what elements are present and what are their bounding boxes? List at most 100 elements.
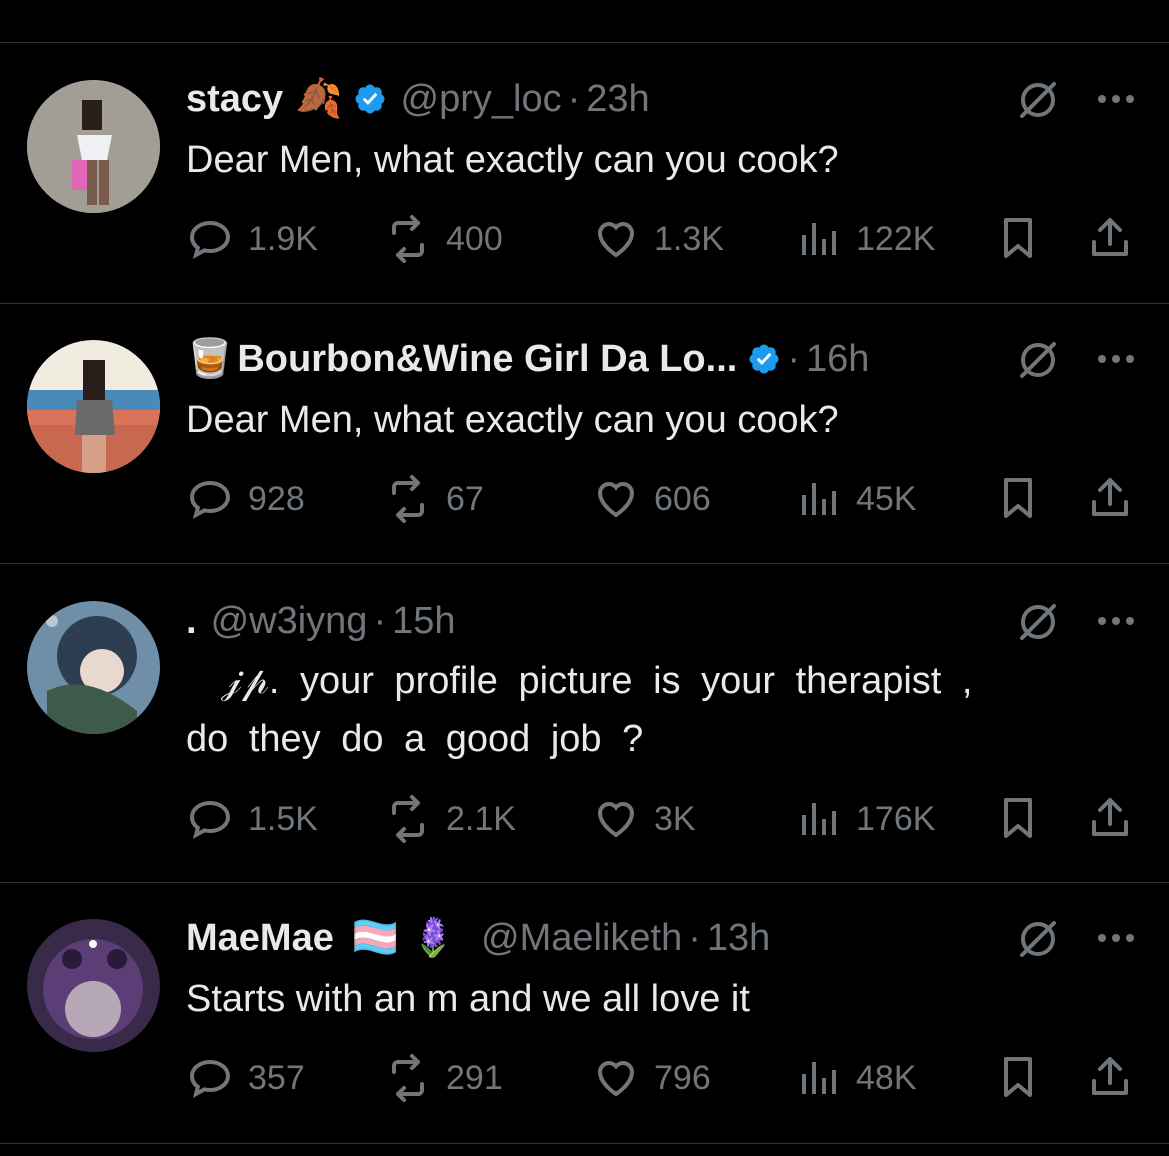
grok-icon[interactable]	[1014, 336, 1062, 384]
tweet-text-line: ㅤ𝒿𝓅. your profile picture is your therap…	[186, 660, 973, 702]
repost-count: 67	[446, 479, 484, 518]
divider	[0, 1143, 1169, 1144]
action-bar: 357 291 796 48K	[186, 1053, 1146, 1103]
tweet-text-line: do they do a good job ?	[186, 718, 644, 760]
divider	[0, 563, 1169, 564]
grok-icon[interactable]	[1014, 915, 1062, 963]
separator-dot: ·	[373, 599, 387, 642]
bookmark-icon[interactable]	[994, 794, 1042, 842]
views-count: 48K	[856, 1058, 917, 1097]
reply-icon	[189, 220, 231, 260]
like-icon	[597, 802, 635, 838]
like-button[interactable]: 796	[592, 1053, 711, 1103]
repost-count: 2.1K	[446, 799, 516, 838]
avatar[interactable]	[27, 601, 160, 734]
reply-count: 928	[248, 479, 305, 518]
bookmark-icon[interactable]	[994, 1053, 1042, 1101]
timestamp[interactable]: 15h	[392, 600, 455, 643]
like-count: 3K	[654, 799, 696, 838]
avatar[interactable]	[27, 80, 160, 213]
action-bar: 1.9K 400 1.3K 122K	[186, 214, 1146, 264]
more-icon[interactable]	[1092, 611, 1140, 631]
divider	[0, 882, 1169, 883]
timestamp[interactable]: 23h	[586, 78, 649, 121]
grok-icon[interactable]	[1014, 76, 1062, 124]
like-icon	[597, 1061, 635, 1097]
action-bar: 928 67 606 45K	[186, 474, 1146, 524]
tweet-text: Starts with an m and we all love it	[186, 978, 750, 1020]
bookmark-icon[interactable]	[994, 214, 1042, 262]
divider	[0, 303, 1169, 304]
display-name[interactable]: .	[186, 600, 197, 643]
repost-button[interactable]: 291	[384, 1053, 503, 1103]
tweet-header: stacy 🍂 @pry_loc · 23h	[186, 76, 650, 122]
timestamp[interactable]: 16h	[806, 338, 869, 381]
repost-icon	[392, 1054, 424, 1102]
bookmark-icon[interactable]	[994, 474, 1042, 522]
reply-count: 1.9K	[248, 219, 318, 258]
repost-icon	[392, 215, 424, 263]
more-icon[interactable]	[1092, 89, 1140, 109]
like-icon	[597, 222, 635, 258]
handle[interactable]: @pry_loc	[401, 78, 562, 121]
views-icon	[802, 1062, 836, 1094]
views-button[interactable]: 122K	[794, 214, 935, 264]
tweet-header: 🥃 Bourbon&Wine Girl Da Lo... · 16h	[186, 336, 869, 382]
views-icon	[802, 483, 836, 515]
reply-button[interactable]: 928	[186, 474, 305, 524]
tweet-text: Dear Men, what exactly can you cook?	[186, 139, 839, 181]
repost-icon	[392, 795, 424, 843]
tweet-text: Dear Men, what exactly can you cook?	[186, 399, 839, 441]
tweet-header: . @w3iyng · 15h	[186, 598, 456, 644]
like-button[interactable]: 3K	[592, 794, 696, 844]
separator-dot: ·	[787, 337, 800, 380]
flag-hyacinth-emoji: 🏳️‍⚧️ 🪻	[351, 917, 458, 959]
views-count: 122K	[856, 219, 936, 258]
display-name[interactable]: stacy	[186, 78, 283, 121]
grok-icon[interactable]	[1014, 598, 1062, 646]
more-icon[interactable]	[1092, 928, 1140, 948]
views-count: 176K	[856, 799, 936, 838]
reply-button[interactable]: 1.5K	[186, 794, 318, 844]
display-name[interactable]: MaeMae	[186, 917, 334, 960]
divider	[0, 42, 1169, 43]
action-bar: 1.5K 2.1K 3K 176K	[186, 794, 1146, 844]
leaf-emoji: 🍂	[295, 78, 343, 120]
timestamp[interactable]: 13h	[707, 917, 770, 960]
separator-dot: ·	[567, 77, 581, 120]
avatar[interactable]	[27, 919, 160, 1052]
verified-badge-icon	[749, 344, 779, 374]
avatar[interactable]	[27, 340, 160, 473]
separator-dot: ·	[688, 916, 701, 959]
tweet-header: MaeMae 🏳️‍⚧️ 🪻 @Maeliketh · 13h	[186, 915, 770, 961]
views-button[interactable]: 45K	[794, 474, 917, 524]
share-icon[interactable]	[1086, 474, 1134, 522]
reply-icon	[189, 480, 231, 520]
reply-count: 1.5K	[248, 799, 318, 838]
repost-button[interactable]: 67	[384, 474, 484, 524]
views-icon	[802, 223, 836, 255]
verified-badge-icon	[355, 84, 385, 114]
like-button[interactable]: 1.3K	[592, 214, 724, 264]
handle[interactable]: @Maeliketh	[481, 917, 682, 960]
share-icon[interactable]	[1086, 1053, 1134, 1101]
repost-button[interactable]: 400	[384, 214, 503, 264]
like-count: 1.3K	[654, 219, 724, 258]
views-button[interactable]: 48K	[794, 1053, 917, 1103]
display-name[interactable]: Bourbon&Wine Girl Da Lo...	[237, 338, 737, 381]
reply-count: 357	[248, 1058, 305, 1097]
more-icon[interactable]	[1092, 349, 1140, 369]
reply-button[interactable]: 357	[186, 1053, 305, 1103]
handle[interactable]: @w3iyng	[211, 600, 368, 643]
share-icon[interactable]	[1086, 794, 1134, 842]
repost-button[interactable]: 2.1K	[384, 794, 516, 844]
like-button[interactable]: 606	[592, 474, 711, 524]
reply-button[interactable]: 1.9K	[186, 214, 318, 264]
repost-icon	[392, 475, 424, 523]
views-icon	[802, 803, 836, 835]
views-button[interactable]: 176K	[794, 794, 935, 844]
reply-icon	[189, 800, 231, 840]
repost-count: 291	[446, 1058, 503, 1097]
like-count: 796	[654, 1058, 711, 1097]
share-icon[interactable]	[1086, 214, 1134, 262]
